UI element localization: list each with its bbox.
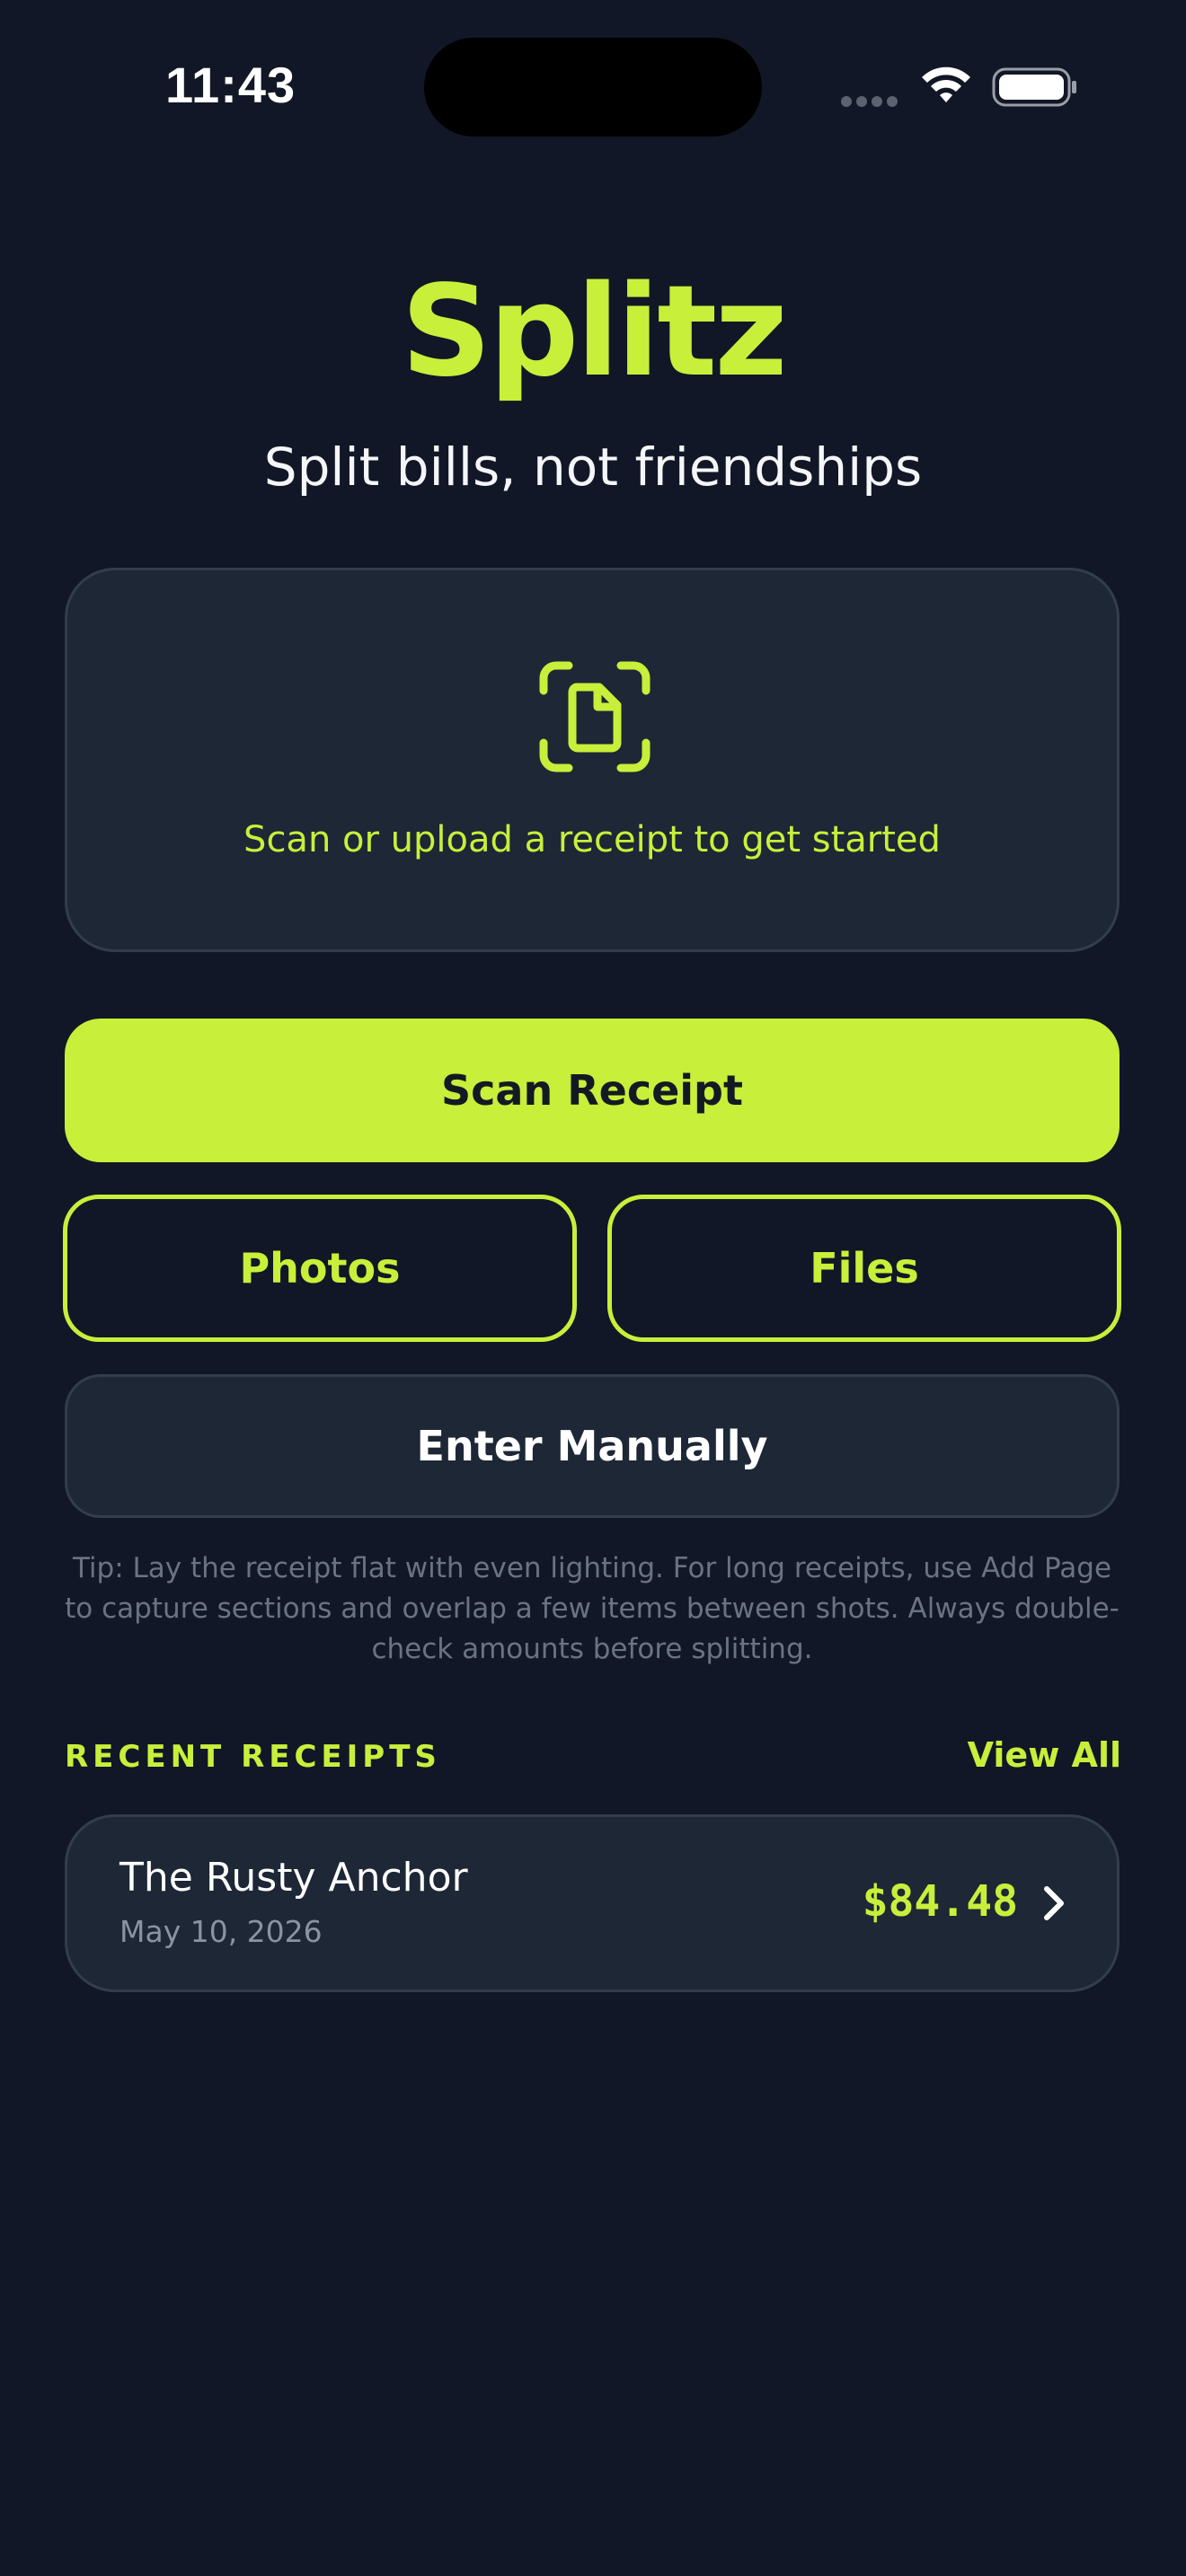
cellular-signal-icon <box>841 93 904 107</box>
view-all-link[interactable]: View All <box>968 1735 1121 1775</box>
enter-manually-button[interactable]: Enter Manually <box>65 1374 1120 1518</box>
receipt-name: The Rusty Anchor <box>119 1855 468 1901</box>
battery-icon <box>992 67 1076 107</box>
document-scan-icon <box>539 661 651 772</box>
wifi-icon <box>922 66 970 102</box>
receipt-list-item[interactable]: The Rusty Anchor May 10, 2026 $84.48 <box>65 1814 1120 1992</box>
files-button[interactable]: Files <box>607 1195 1121 1342</box>
receipt-date: May 10, 2026 <box>119 1914 323 1949</box>
status-bar: 11:43 <box>0 0 1186 171</box>
photos-button[interactable]: Photos <box>63 1195 577 1342</box>
recent-receipts-heading: RECENT RECEIPTS <box>65 1739 441 1775</box>
scan-receipt-button[interactable]: Scan Receipt <box>65 1019 1120 1162</box>
upload-receipt-card[interactable]: Scan or upload a receipt to get started <box>65 568 1120 952</box>
upload-prompt-text: Scan or upload a receipt to get started <box>243 819 941 860</box>
dynamic-island <box>424 38 762 137</box>
scan-tip-text: Tip: Lay the receipt flat with even ligh… <box>65 1552 1120 1665</box>
status-time: 11:43 <box>165 57 296 113</box>
app-title: Splitz <box>401 259 787 405</box>
chevron-right-icon <box>1044 1886 1064 1920</box>
app-tagline: Split bills, not friendships <box>263 437 923 498</box>
receipt-amount: $84.48 <box>862 1876 1018 1927</box>
